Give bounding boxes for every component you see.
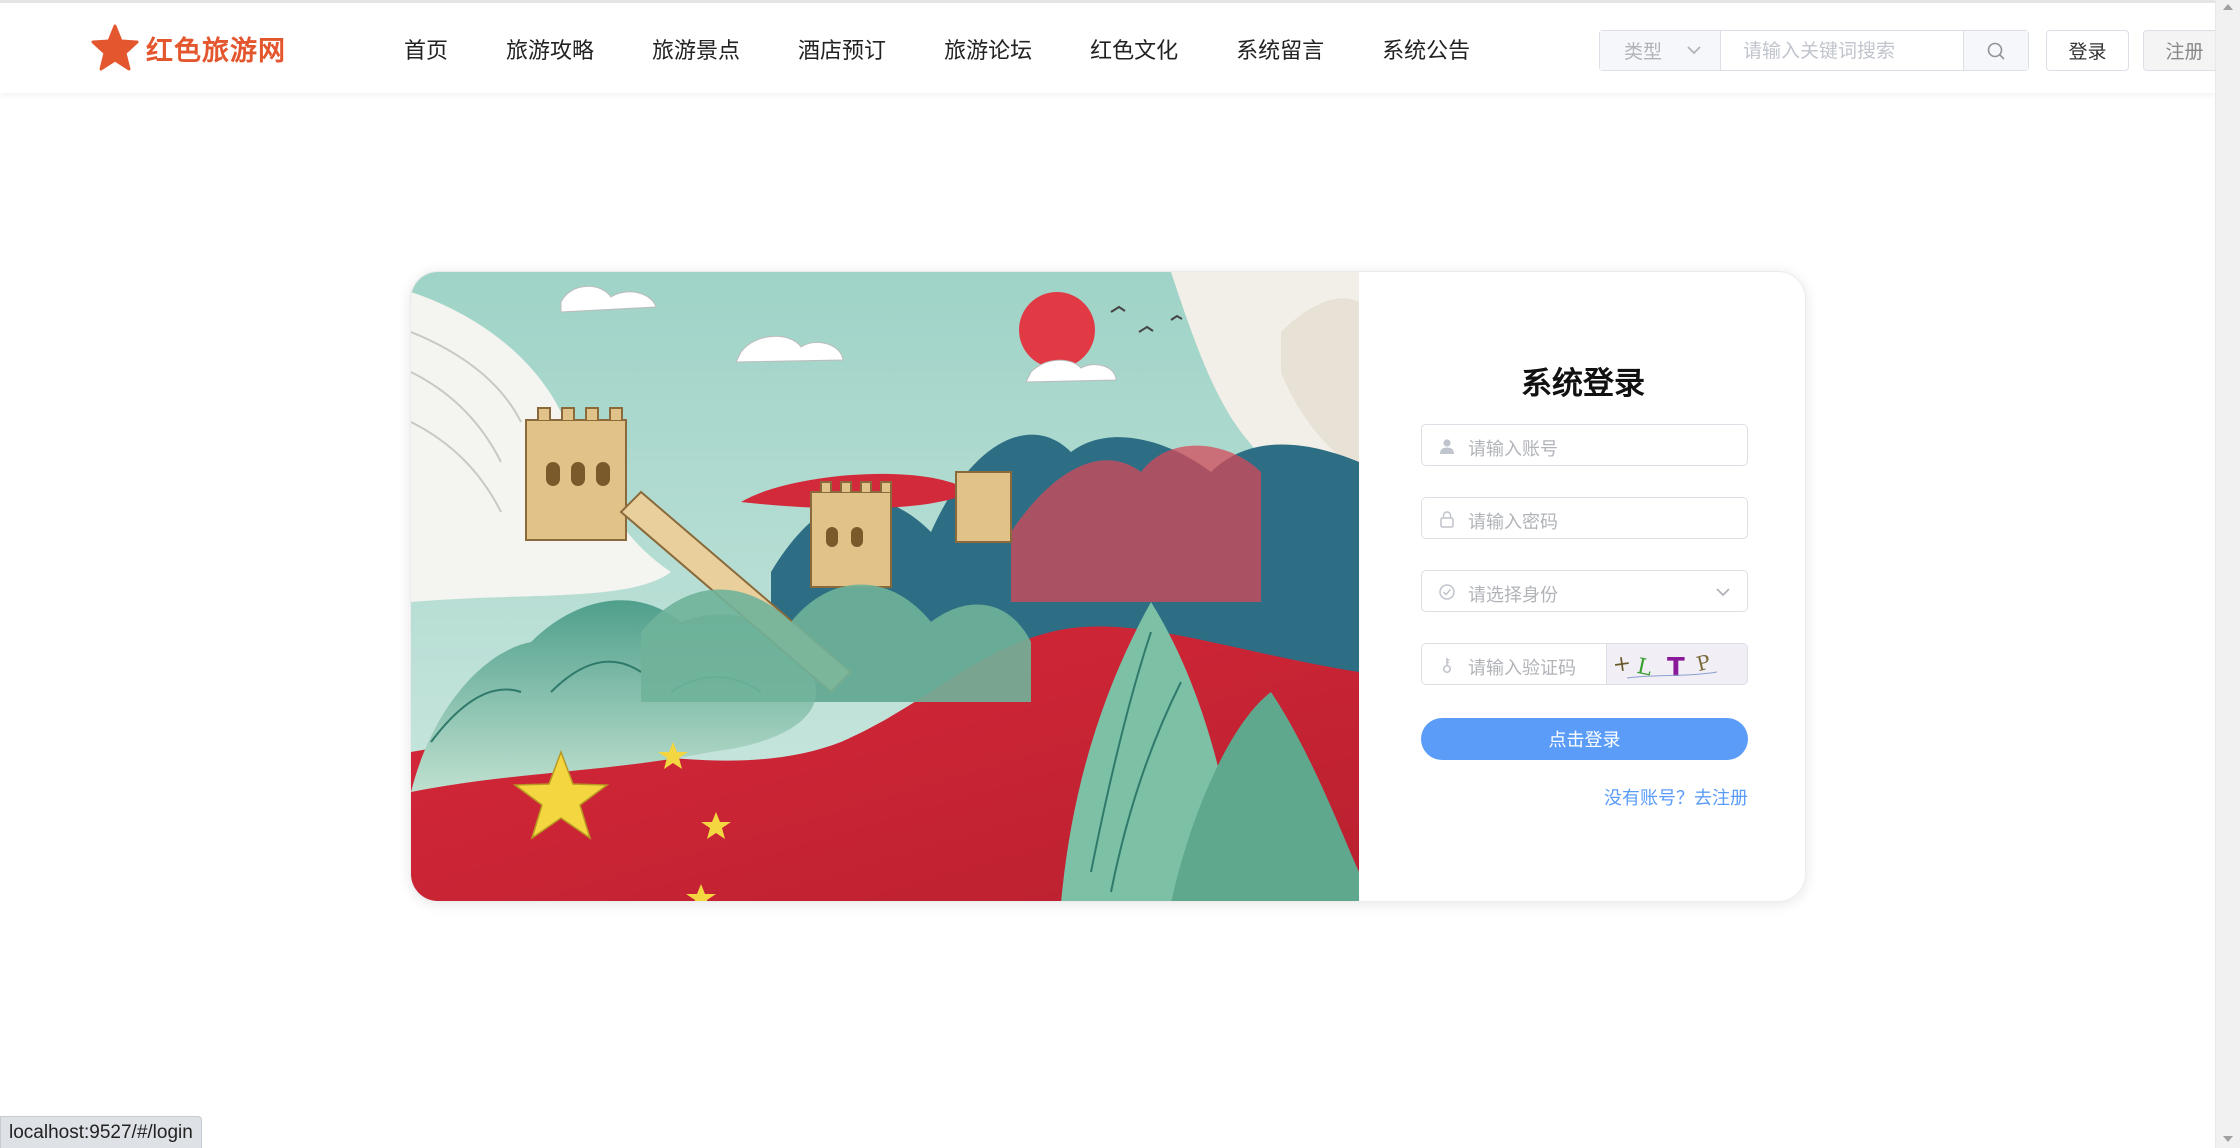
nav-item-messages[interactable]: 系统留言 <box>1236 27 1324 71</box>
nav-item-hotel-booking[interactable]: 酒店预订 <box>798 27 886 71</box>
svg-text:T: T <box>1667 653 1685 683</box>
login-form: 系统登录 请输入账号 请输入密码 请选择身份 请输入验证码 + L T P 点击… <box>1359 272 1805 901</box>
captcha-glyphs: + L T P <box>1611 650 1718 683</box>
nav-item-home[interactable]: 首页 <box>404 27 448 71</box>
header-login-button[interactable]: 登录 <box>2046 30 2129 71</box>
main-nav: 首页 旅游攻略 旅游景点 酒店预订 旅游论坛 红色文化 系统留言 系统公告 <box>384 27 1528 71</box>
account-placeholder: 请输入账号 <box>1468 439 1558 460</box>
search-type-select[interactable]: 类型 <box>1600 31 1721 70</box>
account-input[interactable]: 请输入账号 <box>1421 424 1748 466</box>
browser-status-url: localhost:9527/#/login <box>0 1116 202 1148</box>
nav-item-red-culture[interactable]: 红色文化 <box>1090 27 1178 71</box>
chevron-down-icon <box>1687 46 1701 55</box>
role-placeholder: 请选择身份 <box>1468 585 1558 606</box>
password-input[interactable]: 请输入密码 <box>1421 497 1748 539</box>
login-submit-button[interactable]: 点击登录 <box>1421 718 1748 760</box>
svg-text:L: L <box>1635 654 1655 682</box>
scroll-up-arrow-icon[interactable] <box>2223 4 2233 10</box>
go-register-link[interactable]: 没有账号？去注册 <box>1604 784 1748 810</box>
nav-item-travel-guides[interactable]: 旅游攻略 <box>506 27 594 71</box>
login-title: 系统登录 <box>1521 366 1645 402</box>
search-input[interactable] <box>1721 31 1963 70</box>
nav-item-forum[interactable]: 旅游论坛 <box>944 27 1032 71</box>
top-header: 红色旅游网 首页 旅游攻略 旅游景点 酒店预订 旅游论坛 红色文化 系统留言 系… <box>0 0 2226 93</box>
header-register-button[interactable]: 注册 <box>2143 30 2226 71</box>
search-group: 类型 <box>1599 30 2029 71</box>
star-logo-icon <box>91 24 139 71</box>
nav-item-announcements[interactable]: 系统公告 <box>1382 27 1470 71</box>
vertical-scrollbar[interactable] <box>2215 0 2240 1148</box>
great-wall-illustration <box>411 272 1359 901</box>
search-button[interactable] <box>1963 31 2028 70</box>
svg-text:+: + <box>1611 651 1633 678</box>
search-type-placeholder: 类型 <box>1624 41 1663 63</box>
login-card: 系统登录 请输入账号 请输入密码 请选择身份 请输入验证码 + L T P 点击… <box>410 271 1806 902</box>
chevron-down-icon <box>1716 588 1730 597</box>
key-icon <box>1442 658 1452 674</box>
captcha-input[interactable]: 请输入验证码 <box>1421 643 1607 685</box>
role-select[interactable]: 请选择身份 <box>1421 570 1748 612</box>
captcha-placeholder: 请输入验证码 <box>1468 658 1576 679</box>
brand-name: 红色旅游网 <box>146 35 286 67</box>
password-placeholder: 请输入密码 <box>1468 512 1558 533</box>
brand-logo[interactable]: 红色旅游网 <box>90 23 286 73</box>
user-icon <box>1440 439 1454 454</box>
nav-item-attractions[interactable]: 旅游景点 <box>652 27 740 71</box>
search-icon <box>1987 42 2005 60</box>
svg-text:P: P <box>1694 650 1713 677</box>
check-circle-icon <box>1439 584 1455 600</box>
lock-icon <box>1440 511 1454 528</box>
scroll-thumb[interactable] <box>2220 93 2236 1123</box>
captcha-image[interactable]: + L T P <box>1607 643 1748 685</box>
scroll-down-arrow-icon[interactable] <box>2223 1136 2233 1142</box>
